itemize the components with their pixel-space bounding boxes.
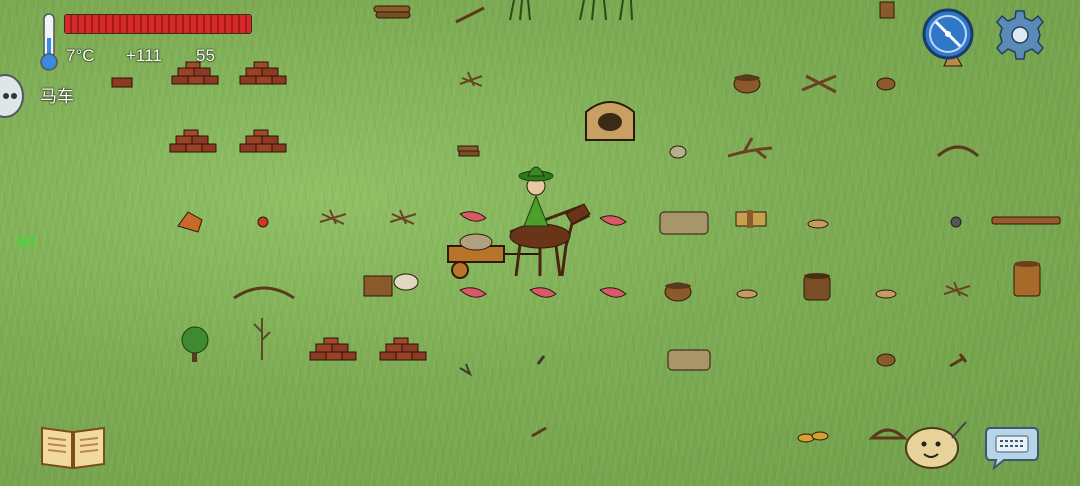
health-bar-fill (65, 15, 251, 33)
small-bowl-1[interactable] (876, 77, 896, 91)
kindling-1[interactable] (459, 71, 483, 87)
round-stone[interactable] (950, 216, 962, 228)
thermometer-icon (40, 13, 58, 71)
stone[interactable] (669, 145, 687, 159)
adobe-oven[interactable] (585, 101, 635, 141)
twig-2[interactable] (536, 355, 546, 365)
hammer[interactable] (949, 353, 968, 368)
tall-basket[interactable] (803, 273, 831, 301)
flat-bread-1[interactable] (807, 219, 829, 229)
score-readout: +111 (126, 46, 162, 65)
compass-button[interactable] (922, 8, 974, 67)
player-body (523, 194, 549, 227)
flat-bread-2[interactable] (736, 289, 758, 299)
location-label: 马车 (40, 87, 74, 106)
stacked-coins[interactable] (797, 431, 829, 443)
burdock-4[interactable] (529, 287, 557, 298)
small-firewood[interactable] (457, 145, 480, 157)
temperature-readout: 7°C (66, 46, 95, 65)
bow-1[interactable] (936, 145, 980, 158)
gear-icon (996, 10, 1044, 60)
basket-1[interactable] (733, 74, 761, 94)
horse-cart[interactable] (447, 166, 591, 279)
adobe-bricks-3[interactable] (169, 129, 217, 153)
wooden-bucket[interactable] (1013, 261, 1041, 297)
recipe-book-button[interactable] (40, 424, 106, 470)
keyboard-button[interactable] (984, 424, 1040, 472)
adobe-bricks-5[interactable] (309, 337, 357, 361)
health-bar (64, 14, 252, 34)
twig-1[interactable] (459, 363, 473, 377)
settings-button[interactable] (994, 10, 1046, 60)
crossed-sticks[interactable] (801, 74, 837, 94)
burdock-1[interactable] (459, 211, 487, 222)
burdock-5[interactable] (599, 287, 627, 298)
flat-bread-3[interactable] (875, 289, 897, 299)
small-bowl-2[interactable] (876, 353, 896, 367)
straw-bale-2[interactable] (667, 349, 711, 371)
age-readout: 55 (196, 46, 215, 65)
single-brick[interactable] (111, 77, 133, 88)
basket-2[interactable] (664, 282, 692, 302)
adobe-bricks-2[interactable] (239, 61, 287, 85)
kindling-2[interactable] (319, 209, 347, 225)
small-crate[interactable] (879, 1, 895, 19)
bow-saw[interactable] (868, 428, 908, 440)
clay-lump[interactable] (177, 211, 203, 233)
adobe-bricks-4[interactable] (239, 129, 287, 153)
wild-grass[interactable] (509, 0, 633, 21)
small-stick[interactable] (531, 426, 547, 438)
burdock-3[interactable] (459, 287, 487, 298)
bush[interactable] (181, 326, 209, 362)
game-world[interactable] (0, 0, 1080, 486)
chat-button[interactable] (0, 74, 24, 118)
long-board[interactable] (991, 216, 1061, 225)
compass-icon (922, 8, 974, 67)
red-flower[interactable] (257, 216, 269, 228)
keyboard-icon (985, 427, 1039, 471)
emote-button[interactable] (904, 416, 972, 472)
axe[interactable] (455, 6, 485, 24)
firewood-pile[interactable] (373, 5, 411, 19)
sapling[interactable] (253, 318, 271, 360)
branch[interactable] (727, 137, 773, 160)
reed-bundle[interactable] (735, 210, 767, 228)
potato-emote-icon (905, 421, 967, 469)
kindling-3[interactable] (389, 209, 417, 225)
recipe-book-icon (41, 426, 105, 470)
straw-bale-1[interactable] (659, 211, 709, 235)
bow-2[interactable] (233, 286, 295, 300)
adobe-bricks-6[interactable] (379, 337, 427, 361)
chat-bubble-icon (3, 93, 17, 99)
world-objects (111, 0, 1061, 443)
mushroom-stump[interactable] (363, 273, 419, 297)
fps-counter: 60 (18, 234, 36, 251)
kindling-4[interactable] (943, 281, 971, 297)
burdock-2[interactable] (599, 215, 627, 226)
